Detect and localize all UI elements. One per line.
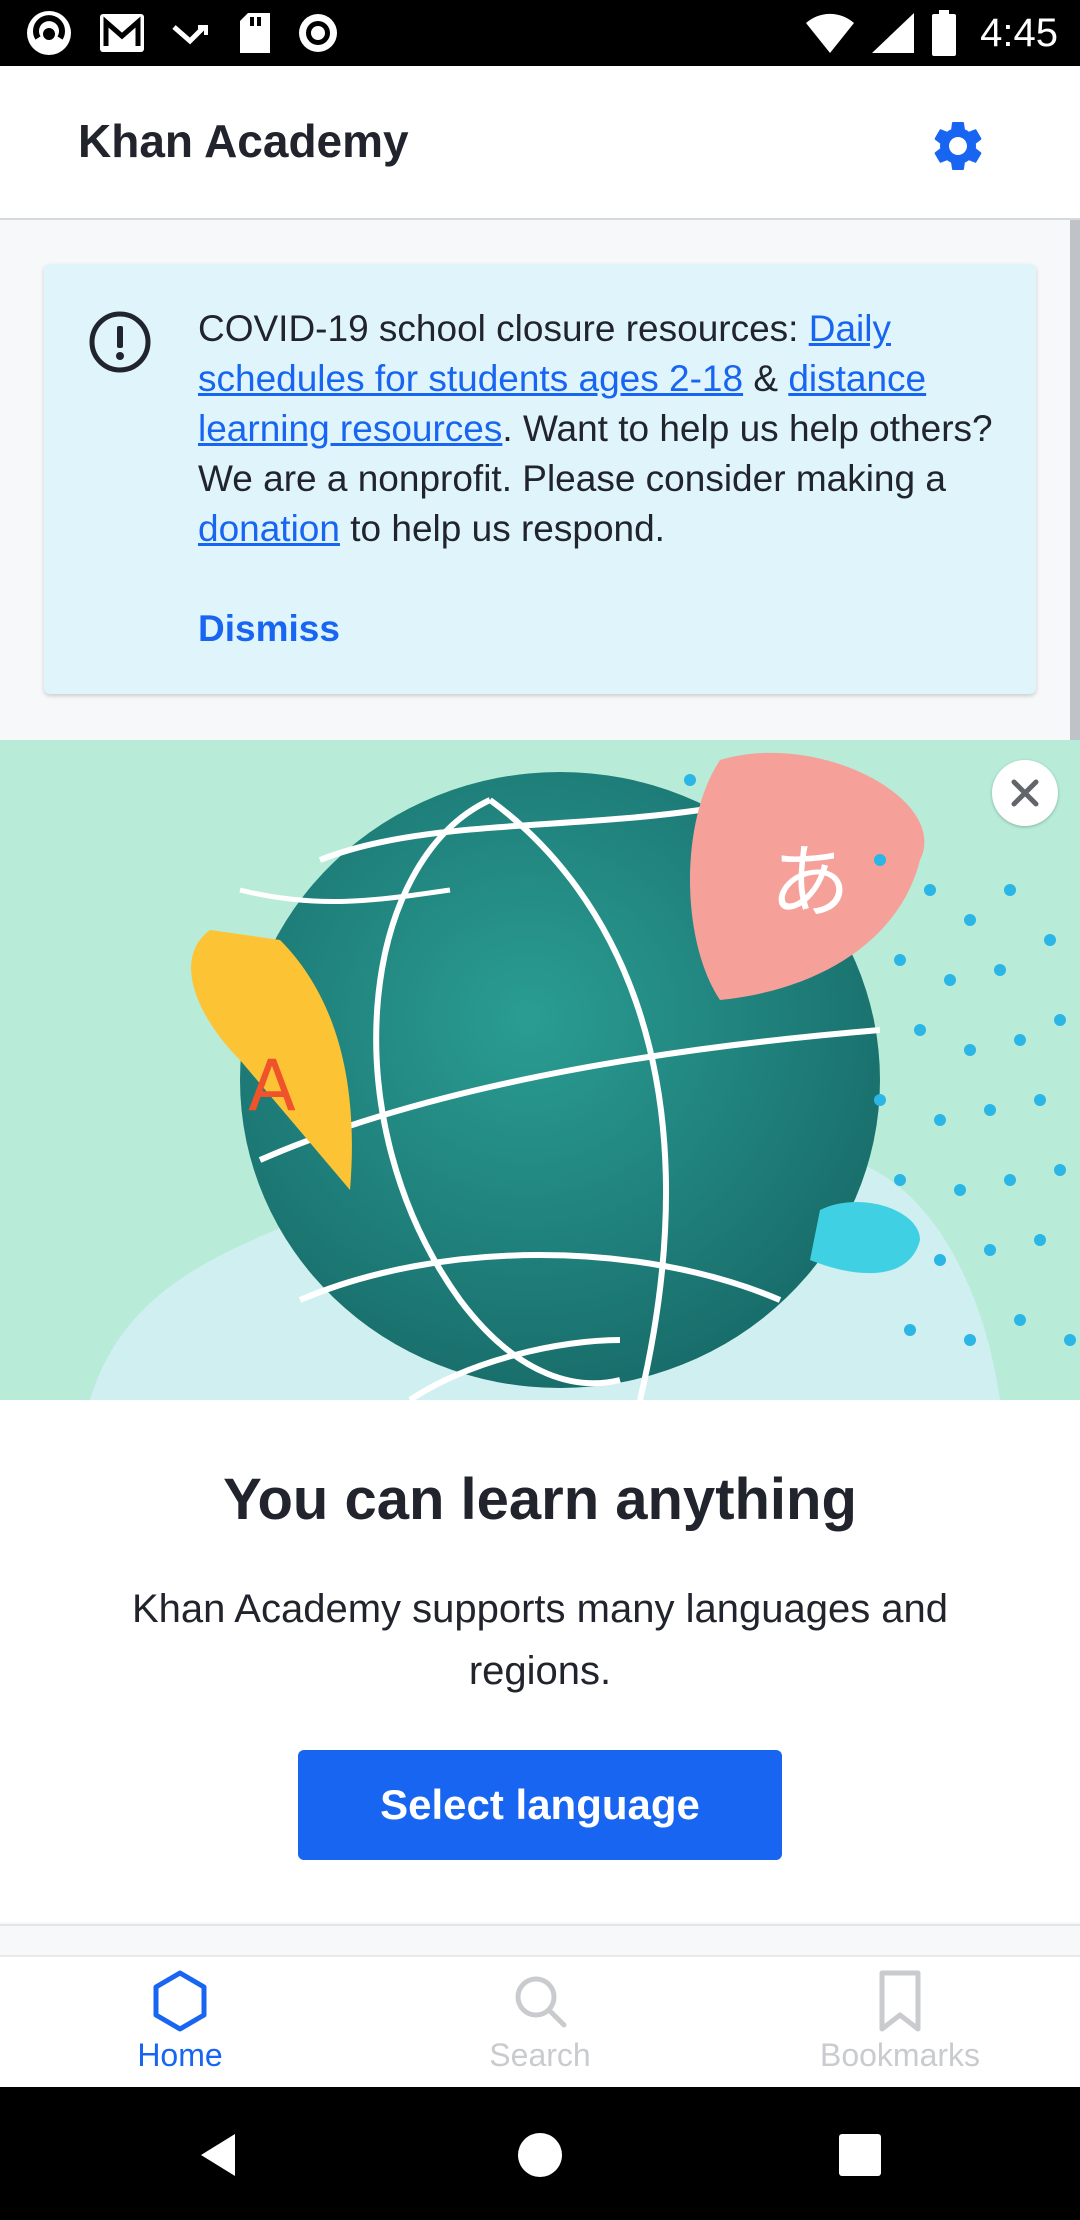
dismiss-button[interactable]: Dismiss: [198, 608, 340, 650]
close-promo-button[interactable]: [992, 760, 1058, 826]
recents-button[interactable]: [820, 2115, 900, 2195]
status-bar: 4:45: [0, 0, 1080, 66]
status-bar-right: 4:45: [804, 6, 1058, 60]
select-language-button[interactable]: Select language: [298, 1750, 782, 1860]
hexagon-icon: [153, 1970, 207, 2032]
app-icon: [24, 8, 74, 58]
back-icon: [201, 2134, 235, 2176]
recents-square-icon: [839, 2134, 881, 2176]
wifi-icon: [804, 11, 856, 55]
promo-description: Khan Academy supports many languages and…: [131, 1587, 949, 1693]
nav-item-home[interactable]: Home: [0, 1957, 360, 2089]
app-title: Khan Academy: [78, 115, 409, 167]
record-icon: [296, 11, 340, 55]
app-bar: Khan Academy: [0, 66, 1080, 220]
home-circle-icon: [518, 2133, 562, 2177]
language-promo: You can learn anything Khan Academy supp…: [0, 1400, 1080, 1922]
alert-icon: [89, 311, 151, 373]
bookmark-icon: [879, 1970, 921, 2032]
banner-text: COVID-19 school closure resources: Daily…: [198, 304, 998, 554]
bubble-right-letter: あ: [770, 836, 850, 929]
home-content[interactable]: COVID-19 school closure resources: Daily…: [0, 220, 1080, 1955]
covid-banner: COVID-19 school closure resources: Daily…: [44, 264, 1036, 694]
system-nav-bar: [0, 2087, 1080, 2220]
nav-item-search[interactable]: Search: [360, 1957, 720, 2089]
close-icon: [1011, 779, 1039, 807]
status-time: 4:45: [980, 10, 1058, 55]
language-illustration: A あ: [0, 740, 1080, 1400]
nav-item-bookmarks[interactable]: Bookmarks: [720, 1957, 1080, 2089]
battery-icon: [930, 9, 958, 57]
sd-card-icon: [238, 11, 272, 55]
cellular-signal-icon: [870, 11, 916, 55]
gear-icon: [934, 121, 982, 170]
status-bar-left: [24, 8, 340, 58]
gmail-icon: [98, 12, 146, 54]
settings-button[interactable]: [928, 116, 988, 176]
search-icon: [515, 1976, 567, 2028]
promo-title: You can learn anything: [223, 1467, 857, 1532]
donation-link[interactable]: donation: [198, 508, 340, 549]
back-button[interactable]: [180, 2115, 260, 2195]
bottom-nav: Home Search Bookmarks: [0, 1955, 1080, 2089]
bubble-left-letter: A: [248, 1045, 296, 1127]
content-divider: [0, 1924, 1080, 1926]
nav-label-search: Search: [489, 2037, 591, 2073]
banner-text-intro: COVID-19 school closure resources:: [198, 308, 809, 349]
globe-illustration: A あ: [0, 740, 1080, 1400]
nav-label-bookmarks: Bookmarks: [819, 2037, 981, 2073]
nav-label-home: Home: [137, 2037, 223, 2073]
home-button[interactable]: [500, 2115, 580, 2195]
missed-call-icon: [170, 13, 214, 53]
banner-text-end: to help us respond.: [339, 508, 665, 549]
banner-text-and: &: [743, 358, 789, 399]
